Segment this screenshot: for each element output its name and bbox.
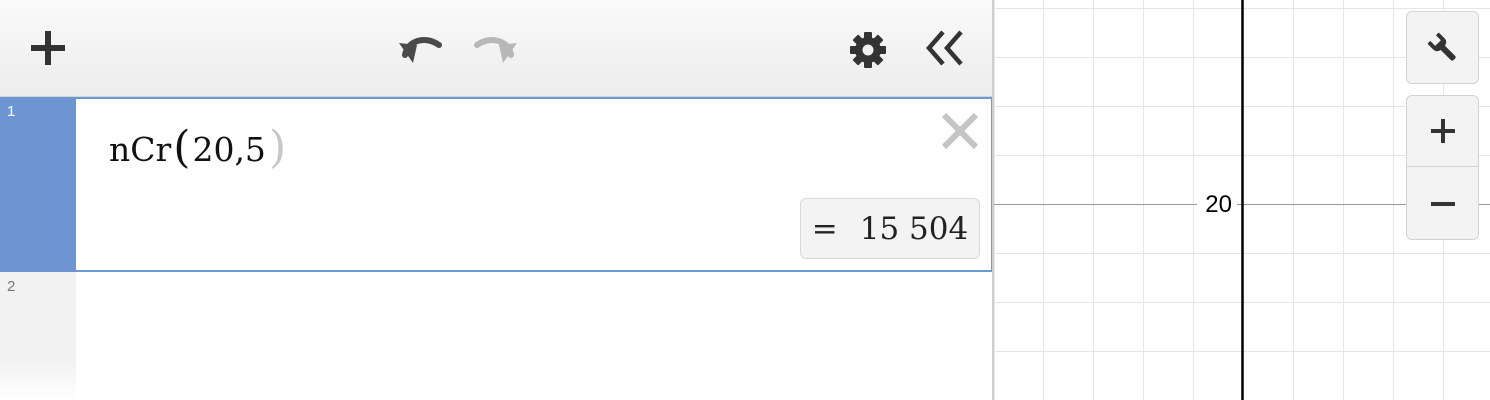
expression-item[interactable]: 1 nCr ( 20,5 ) = 15 504 [0, 97, 993, 272]
plus-icon [31, 31, 65, 65]
open-paren: ( [173, 122, 191, 173]
y-tick-label: 20 [1205, 191, 1232, 218]
hide-list-button[interactable] [918, 24, 972, 72]
undo-button[interactable] [394, 24, 448, 70]
add-item-button[interactable] [22, 22, 74, 74]
gear-icon [850, 32, 886, 68]
undo-icon [399, 37, 442, 63]
function-args: 20,5 [192, 130, 266, 169]
expression-gutter[interactable]: 2 [0, 272, 76, 400]
expression-toolbar [0, 0, 993, 97]
result-equals: = [811, 210, 838, 247]
zoom-out-button[interactable] [1407, 168, 1478, 239]
expression-input[interactable]: nCr ( 20,5 ) [109, 122, 287, 173]
expression-index: 2 [7, 278, 16, 295]
close-icon [941, 112, 979, 150]
minus-icon [1430, 201, 1455, 206]
zoom-in-button[interactable] [1407, 96, 1478, 167]
delete-expression-button[interactable] [938, 109, 982, 153]
expression-gutter[interactable]: 1 [0, 97, 76, 272]
redo-button[interactable] [468, 24, 522, 70]
close-paren: ) [268, 122, 287, 173]
plus-icon [1430, 119, 1455, 143]
zoom-controls [1406, 95, 1479, 240]
settings-button[interactable] [844, 26, 892, 74]
wrench-icon [1426, 31, 1456, 61]
function-name: nCr [109, 130, 172, 169]
result-value: 15 504 [859, 210, 969, 247]
expression-item[interactable]: 2 [0, 272, 993, 400]
evaluation-result: = 15 504 [800, 198, 980, 259]
expression-index: 1 [7, 103, 16, 120]
expression-panel: 1 nCr ( 20,5 ) = 15 504 2 [0, 0, 993, 400]
double-chevron-left-icon [926, 30, 963, 66]
graph-settings-button[interactable] [1406, 11, 1479, 84]
redo-icon [474, 37, 517, 63]
